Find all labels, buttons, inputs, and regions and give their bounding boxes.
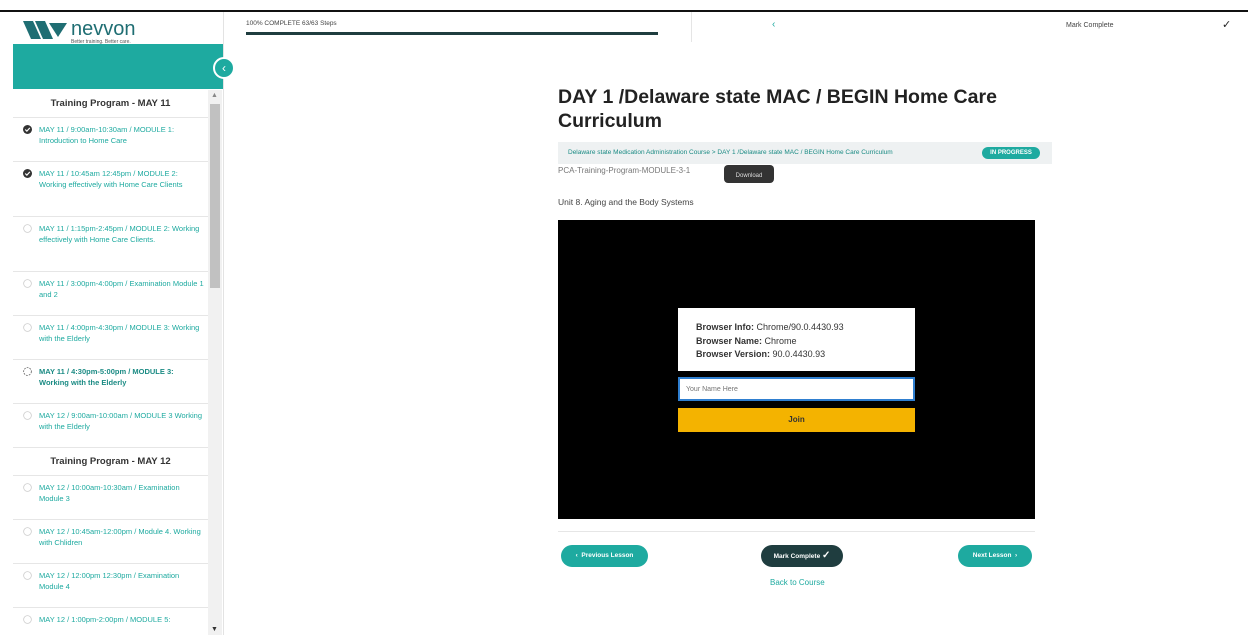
lesson-label: MAY 11 / 9:00am-10:30am / MODULE 1: Intr… xyxy=(39,125,175,145)
empty-circle-icon xyxy=(23,527,32,536)
check-circle-icon xyxy=(23,169,32,178)
brand-logo[interactable]: nevvon Better training. Better care. xyxy=(23,18,203,46)
sidebar-scrollbar[interactable]: ▲ ▼ xyxy=(208,90,222,635)
lesson-label: MAY 11 / 3:00pm-4:00pm / Examination Mod… xyxy=(39,279,204,299)
progress-fill xyxy=(246,32,658,35)
lesson-label: MAY 11 / 10:45am 12:45pm / MODULE 2: Wor… xyxy=(39,169,183,189)
video-frame: Browser Info: Chrome/90.0.4430.93 Browse… xyxy=(558,220,1035,519)
browser-info-box: Browser Info: Chrome/90.0.4430.93 Browse… xyxy=(678,308,915,371)
lesson-item[interactable]: MAY 12 / 9:00am-10:00am / MODULE 3 Worki… xyxy=(13,403,208,447)
lesson-item[interactable]: MAY 11 / 10:45am 12:45pm / MODULE 2: Wor… xyxy=(13,161,208,216)
lesson-label: MAY 12 / 1:00pm-2:00pm / MODULE 5: xyxy=(39,615,171,624)
lesson-sidebar: nevvon Better training. Better care. ‹ T… xyxy=(13,12,235,635)
empty-circle-icon xyxy=(23,411,32,420)
empty-circle-icon xyxy=(23,571,32,580)
brand-name: nevvon xyxy=(71,18,136,40)
lesson-item[interactable]: MAY 11 / 1:15pm-2:45pm / MODULE 2: Worki… xyxy=(13,216,208,271)
check-circle-icon xyxy=(23,125,32,134)
lesson-item[interactable]: MAY 12 / 1:00pm-2:00pm / MODULE 5: xyxy=(13,607,208,635)
breadcrumb: Delaware state Medication Administration… xyxy=(558,142,1052,164)
empty-circle-icon xyxy=(23,615,32,624)
browser-version-value: 90.0.4430.93 xyxy=(772,349,826,359)
empty-circle-icon xyxy=(23,483,32,492)
lesson-label: MAY 12 / 9:00am-10:00am / MODULE 3 Worki… xyxy=(39,411,202,431)
collapse-sidebar-button[interactable]: ‹ xyxy=(213,57,235,79)
checkmark-icon[interactable]: ✓ xyxy=(1222,18,1231,31)
lesson-item[interactable]: MAY 11 / 4:00pm-4:30pm / MODULE 3: Worki… xyxy=(13,315,208,359)
browser-info-label: Browser Info: xyxy=(696,322,755,332)
empty-circle-icon xyxy=(23,279,32,288)
next-lesson-button[interactable]: Next Lesson › xyxy=(958,545,1032,567)
browser-name-value: Chrome xyxy=(764,335,797,346)
unit-title: Unit 8. Aging and the Body Systems xyxy=(558,197,694,207)
lesson-label: MAY 11 / 4:30pm-5:00pm / MODULE 3: Worki… xyxy=(39,367,174,387)
section-title: Training Program - MAY 12 xyxy=(13,447,208,475)
back-to-course-link[interactable]: Back to Course xyxy=(770,578,825,587)
scroll-up-arrow-icon[interactable]: ▲ xyxy=(211,92,218,99)
previous-arrow-icon[interactable]: ‹ xyxy=(772,19,775,30)
lesson-label: MAY 12 / 10:45am-12:00pm / Module 4. Wor… xyxy=(39,527,201,547)
lesson-label: MAY 12 / 12:00pm 12:30pm / Examination M… xyxy=(39,571,180,591)
progress-text: 100% COMPLETE 63/63 Steps xyxy=(246,20,337,27)
checkmark-icon: ✓ xyxy=(822,550,831,561)
divider xyxy=(558,531,1035,532)
browser-info-value: Chrome/90.0.4430.93 xyxy=(756,322,844,332)
lesson-item-current[interactable]: MAY 11 / 4:30pm-5:00pm / MODULE 3: Worki… xyxy=(13,359,208,403)
previous-lesson-label: Previous Lesson xyxy=(581,552,634,559)
breadcrumb-text[interactable]: Delaware state Medication Administration… xyxy=(568,149,893,156)
previous-lesson-button[interactable]: ‹ Previous Lesson xyxy=(561,545,648,567)
lesson-label: MAY 11 / 4:00pm-4:30pm / MODULE 3: Worki… xyxy=(39,323,200,343)
section-title: Training Program - MAY 11 xyxy=(50,98,171,109)
join-button[interactable]: Join xyxy=(678,408,915,432)
status-badge: IN PROGRESS xyxy=(982,147,1040,159)
browser-name-label: Browser Name: xyxy=(696,335,763,346)
scroll-down-arrow-icon[interactable]: ▼ xyxy=(211,626,218,633)
name-input[interactable] xyxy=(678,377,915,401)
lesson-label: MAY 12 / 10:00am-10:30am / Examination M… xyxy=(39,483,180,503)
divider xyxy=(691,12,692,42)
mark-complete-button[interactable]: Mark Complete ✓ xyxy=(761,545,843,567)
lesson-item[interactable]: MAY 12 / 10:00am-10:30am / Examination M… xyxy=(13,475,208,519)
in-progress-circle-icon xyxy=(23,367,32,376)
browser-version-label: Browser Version: xyxy=(696,349,771,359)
top-strip xyxy=(0,0,1248,10)
mark-complete-link[interactable]: Mark Complete xyxy=(1066,22,1113,29)
lesson-list: Training Program - MAY 11 MAY 11 / 9:00a… xyxy=(13,90,208,635)
lesson-item[interactable]: MAY 12 / 10:45am-12:00pm / Module 4. Wor… xyxy=(13,519,208,563)
scroll-thumb[interactable] xyxy=(210,104,220,288)
lesson-item[interactable]: MAY 11 / 9:00am-10:30am / MODULE 1: Intr… xyxy=(13,117,208,161)
download-button[interactable]: Download xyxy=(724,165,774,183)
next-lesson-label: Next Lesson xyxy=(972,552,1012,559)
lesson-item[interactable]: MAY 12 / 12:00pm 12:30pm / Examination M… xyxy=(13,563,208,607)
lesson-item[interactable]: MAY 11 / 3:00pm-4:00pm / Examination Mod… xyxy=(13,271,208,315)
sidebar-header xyxy=(13,44,223,89)
empty-circle-icon xyxy=(23,224,32,233)
mark-complete-label: Mark Complete xyxy=(773,553,821,560)
empty-circle-icon xyxy=(23,323,32,332)
progress-bar xyxy=(246,32,658,35)
lesson-title: DAY 1 /Delaware state MAC / BEGIN Home C… xyxy=(558,86,997,132)
nevvon-logo-icon xyxy=(23,21,67,39)
lesson-label: MAY 11 / 1:15pm-2:45pm / MODULE 2: Worki… xyxy=(39,224,200,244)
